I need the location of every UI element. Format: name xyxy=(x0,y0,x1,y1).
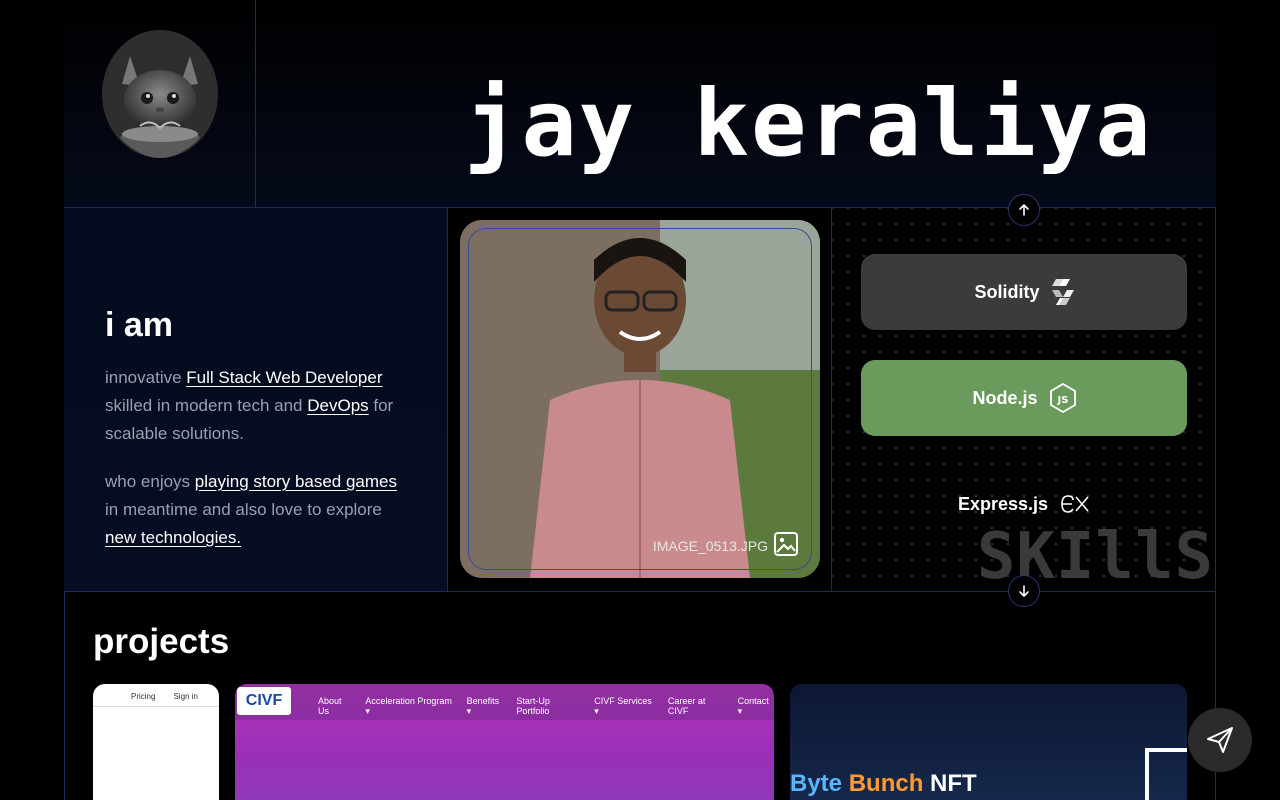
scroll-down-button[interactable] xyxy=(1008,575,1040,607)
project-card-nav: About Us Acceleration Program ▾ Benefits… xyxy=(318,696,774,717)
decorative-frame xyxy=(1145,748,1187,800)
about-section: i am innovative Full Stack Web Developer… xyxy=(64,208,448,592)
skill-label: Solidity xyxy=(974,281,1040,302)
games-link[interactable]: playing story based games xyxy=(195,472,397,491)
image-icon[interactable] xyxy=(772,530,800,558)
skill-label: Express.js xyxy=(957,493,1049,514)
about-heading: i am xyxy=(105,306,174,344)
skill-card-nodejs[interactable]: Node.js JS xyxy=(861,360,1187,436)
solidity-icon xyxy=(1051,279,1074,305)
devops-link[interactable]: DevOps xyxy=(307,396,368,415)
nav-link: CIVF Services ▾ xyxy=(594,696,652,716)
title-part: Bunch xyxy=(842,770,924,797)
skill-label: Node.js xyxy=(972,387,1038,408)
project-card[interactable]: Byte Bunch NFT xyxy=(790,684,1187,800)
nav-link: Contact ▾ xyxy=(737,696,769,716)
send-icon xyxy=(1207,727,1233,753)
title-part: NFT xyxy=(923,770,977,797)
full-stack-link[interactable]: Full Stack Web Developer xyxy=(186,368,382,387)
header: jay keraliya xyxy=(64,0,1216,208)
bio-paragraph-2: who enjoys playing story based games in … xyxy=(105,468,405,552)
nodejs-icon: JS xyxy=(1049,383,1076,413)
divider xyxy=(93,706,219,707)
nav-link-pricing: Pricing xyxy=(131,692,156,701)
scroll-up-button[interactable] xyxy=(1008,194,1040,226)
nav-link: Benefits ▾ xyxy=(466,696,500,716)
project-card-title: Byte Bunch NFT xyxy=(790,770,977,798)
nav-link: Career at CIVF xyxy=(667,696,706,716)
new-tech-link[interactable]: new technologies. xyxy=(105,528,241,547)
photo-frame xyxy=(468,228,812,570)
bio2-text-pre: who enjoys xyxy=(105,472,195,491)
civf-logo: CIVF xyxy=(237,687,291,715)
title-part: Byte xyxy=(790,770,843,797)
project-card-nav: Pricing Sign in xyxy=(131,692,198,701)
skill-card-solidity[interactable]: Solidity xyxy=(861,254,1187,330)
page-title: jay keraliya xyxy=(464,70,1153,177)
skills-section: Solidity Node.js JS Express.js SKIllS xyxy=(832,208,1216,592)
nav-link: Start-Up Portfolio xyxy=(516,696,550,716)
arrow-up-icon xyxy=(1019,204,1029,216)
profile-photo: IMAGE_0513.JPG xyxy=(460,220,820,578)
avatar-cell xyxy=(64,0,256,207)
nav-link-signin: Sign in xyxy=(173,692,198,701)
project-card[interactable]: Pricing Sign in xyxy=(93,684,219,800)
bio-paragraph-1: innovative Full Stack Web Developer skil… xyxy=(105,364,405,448)
arrow-down-icon xyxy=(1019,585,1029,597)
nav-link: About Us xyxy=(318,696,342,716)
photo-caption: IMAGE_0513.JPG xyxy=(652,538,768,554)
project-card[interactable]: CIVF About Us Acceleration Program ▾ Ben… xyxy=(235,684,774,800)
contact-send-button[interactable] xyxy=(1188,708,1252,772)
svg-text:JS: JS xyxy=(1056,395,1068,406)
bio2-text-mid: in meantime and also love to explore xyxy=(105,500,382,519)
photo-section: IMAGE_0513.JPG xyxy=(448,208,832,592)
bio1-text-pre: innovative xyxy=(105,368,187,387)
nav-link: Acceleration Program ▾ xyxy=(365,696,452,716)
cat-logo-icon xyxy=(102,30,218,158)
bio1-text-mid: skilled in modern tech and xyxy=(105,396,308,415)
express-icon xyxy=(1061,495,1089,513)
projects-heading: projects xyxy=(93,622,230,661)
